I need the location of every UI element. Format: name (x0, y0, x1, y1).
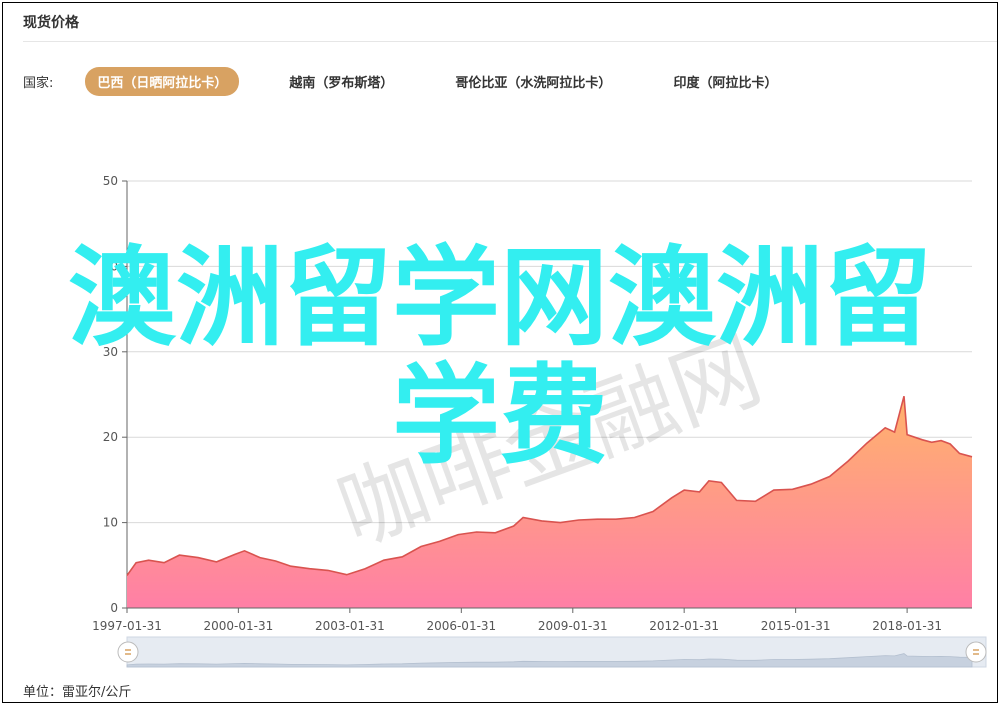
x-tick-label: 2000-01-31 (203, 619, 273, 633)
range-handle-left[interactable] (117, 641, 139, 663)
x-tick-label: 2006-01-31 (426, 619, 496, 633)
y-tick-label: 0 (110, 601, 118, 615)
x-tick-label: 2015-01-31 (761, 619, 831, 633)
x-tick-label: 2009-01-31 (538, 619, 608, 633)
range-handle-right[interactable] (965, 641, 987, 663)
overlay-text: 澳洲留学网澳洲留学费 (67, 236, 932, 479)
y-tick-label: 50 (103, 174, 118, 188)
x-tick-label: 2003-01-31 (315, 619, 385, 633)
y-tick-label: 10 (103, 516, 118, 530)
x-tick-label: 1997-01-31 (92, 619, 162, 633)
x-tick-label: 2012-01-31 (649, 619, 719, 633)
x-tick-label: 2018-01-31 (872, 619, 942, 633)
